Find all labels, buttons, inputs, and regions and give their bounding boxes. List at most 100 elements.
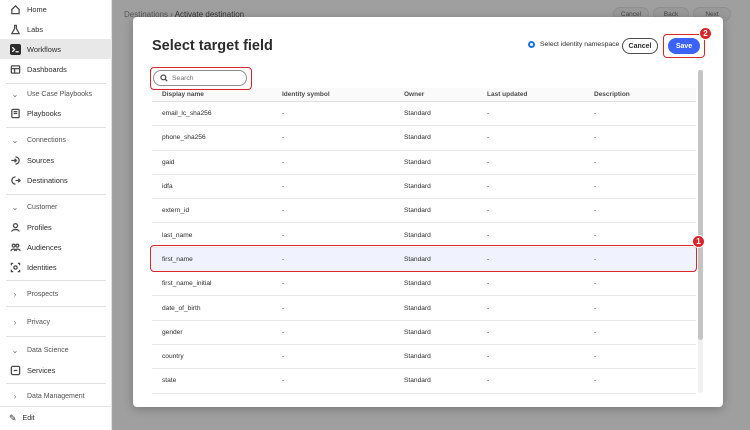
chevron-right-icon: › [13,391,17,401]
nav-destinations[interactable]: Destinations [0,170,112,190]
chevron-right-icon: › [13,289,17,299]
table-row[interactable]: country - Standard - - [152,345,696,370]
table-row[interactable]: idfa - Standard - - [152,175,696,200]
dashboards-icon [8,64,22,75]
nav-profiles[interactable]: Profiles [0,217,112,237]
nav-label: Home [27,4,47,14]
cell-last-updated: - [487,280,490,288]
nav-section-data-management[interactable]: › Data Management [0,388,112,404]
nav-section-data-science[interactable]: ⌄ Data Science [0,342,112,358]
table-row[interactable]: state - Standard - - [152,369,696,394]
cell-display-name: phone_sha256 [162,134,206,142]
nav-dashboards[interactable]: Dashboards [0,59,112,79]
nav-divider [6,127,106,128]
cell-owner: Standard [404,377,431,385]
services-icon [8,365,22,376]
nav-divider [6,306,106,307]
nav-section-label: Data Science [27,346,69,354]
cell-last-updated: - [487,207,490,215]
cell-display-name: last_name [162,231,193,239]
nav-section-customer[interactable]: ⌄ Customer [0,199,112,215]
audiences-icon [8,242,22,253]
cell-owner: Standard [404,280,431,288]
cell-owner: Standard [404,328,431,336]
destinations-icon [8,175,22,186]
nav-label: Dashboards [27,64,67,74]
scrollbar[interactable] [698,70,703,393]
cell-display-name: extern_id [162,207,190,215]
column-header-owner[interactable]: Owner [404,91,487,98]
cell-identity-symbol: - [282,377,285,385]
nav-section-use-case[interactable]: ⌄ Use Case Playbooks [0,86,112,102]
home-icon [8,4,22,15]
first-name-highlight-box [150,245,697,272]
chevron-down-icon: ⌄ [11,202,19,212]
column-header-last-updated[interactable]: Last updated [487,91,594,98]
nav-label: Audiences [27,242,62,252]
chevron-down-icon: ⌄ [11,345,19,355]
left-navigation: Home Labs Workflows Dashboards ⌄ Use Cas… [0,0,112,430]
nav-section-connections[interactable]: ⌄ Connections [0,132,112,148]
chevron-down-icon: ⌄ [11,89,19,99]
nav-divider [6,280,106,281]
cancel-button[interactable]: Cancel [622,38,658,54]
nav-divider [6,194,106,195]
table-row[interactable]: date_of_birth - Standard - - [152,296,696,321]
pencil-icon: ✎ [9,413,17,423]
nav-label: Labs [27,24,44,34]
nav-identities[interactable]: Identities [0,257,112,277]
nav-label: Identities [27,262,57,272]
nav-playbooks[interactable]: Playbooks [0,103,112,123]
scrollbar-thumb[interactable] [698,70,703,340]
table-row[interactable]: extern_id - Standard - - [152,199,696,224]
table-header: Display name Identity symbol Owner Last … [152,88,696,102]
nav-label: Sources [27,155,55,165]
cell-last-updated: - [487,231,490,239]
nav-label: Services [27,365,56,375]
nav-section-label: Prospects [27,290,59,298]
table-row[interactable]: first_name_initial - Standard - - [152,272,696,297]
cell-last-updated: - [487,377,490,385]
cell-owner: Standard [404,207,431,215]
cell-description: - [594,207,597,215]
table-row[interactable]: gaid - Standard - - [152,151,696,175]
cell-identity-symbol: - [282,134,285,142]
select-identity-namespace-option[interactable]: Select identity namespace [528,41,619,48]
cell-description: - [594,134,597,142]
nav-workflows[interactable]: Workflows [0,39,112,59]
cell-display-name: country [162,353,184,361]
nav-section-prospects[interactable]: › Prospects [0,286,112,302]
nav-audiences[interactable]: Audiences [0,237,112,257]
nav-label: Playbooks [27,108,62,118]
cell-owner: Standard [404,110,431,118]
cell-identity-symbol: - [282,110,285,118]
cell-identity-symbol: - [282,231,285,239]
edit-label: Edit [22,415,35,422]
table-row[interactable]: email_lc_sha256 - Standard - - [152,102,696,127]
nav-label: Workflows [27,44,61,54]
cell-display-name: idfa [162,183,173,191]
table-row[interactable]: gender - Standard - - [152,321,696,345]
nav-divider [6,336,106,337]
dialog-title: Select target field [152,38,273,54]
radio-button[interactable] [528,41,535,48]
column-header-identity-symbol[interactable]: Identity symbol [282,91,404,98]
cell-identity-symbol: - [282,328,285,336]
nav-sources[interactable]: Sources [0,150,112,170]
target-field-table: Display name Identity symbol Owner Last … [152,88,696,394]
edit-navigation-button[interactable]: ✎ Edit [0,406,112,430]
cell-last-updated: - [487,353,490,361]
column-header-description[interactable]: Description [594,91,694,98]
nav-divider [6,83,106,84]
chevron-down-icon: ⌄ [11,135,19,145]
nav-labs[interactable]: Labs [0,19,112,39]
nav-section-privacy[interactable]: › Privacy [0,314,112,330]
nav-section-label: Use Case Playbooks [27,90,92,98]
nav-services[interactable]: Services [0,360,112,380]
nav-divider [6,383,106,384]
nav-home[interactable]: Home [0,0,112,19]
table-row[interactable]: phone_sha256 - Standard - - [152,126,696,151]
nav-section-label: Connections [27,136,66,144]
profile-icon [8,222,22,233]
column-header-display-name[interactable]: Display name [152,91,282,98]
